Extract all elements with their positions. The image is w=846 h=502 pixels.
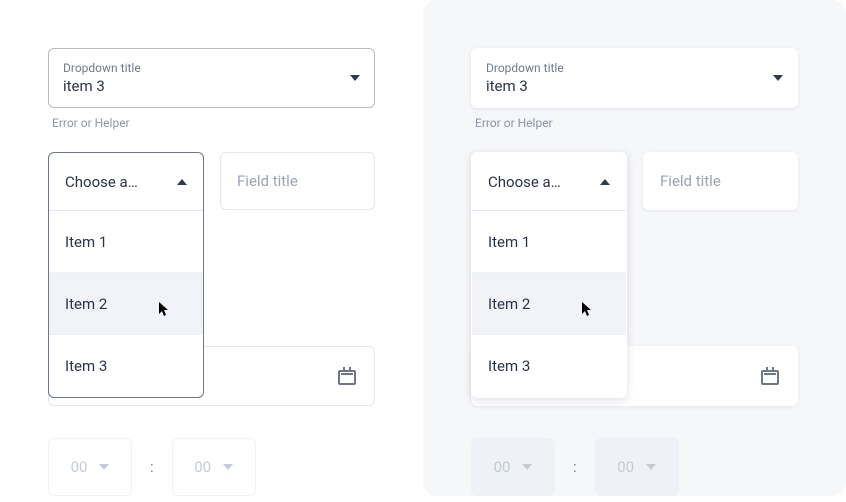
variant-outlined: Dropdown title item 3 Error or Helper Ch… [0, 0, 423, 496]
time-minutes[interactable]: 00 [595, 438, 679, 496]
dropdown-item[interactable]: Item 1 [49, 211, 203, 273]
helper-text: Error or Helper [52, 116, 371, 130]
time-value: 00 [194, 458, 211, 476]
time-hours[interactable]: 00 [471, 438, 555, 496]
dropdown-label: Dropdown title [63, 61, 141, 75]
chevron-down-icon [646, 464, 656, 470]
dropdown-value: item 3 [486, 77, 564, 95]
dropdown-item-label: Item 2 [488, 295, 530, 313]
chevron-down-icon [350, 75, 360, 81]
dropdown-item[interactable]: Item 3 [472, 335, 626, 397]
time-value: 00 [71, 458, 88, 476]
time-picker: 00 : 00 [471, 438, 798, 496]
chevron-down-icon [522, 464, 532, 470]
dropdown-label: Dropdown title [486, 61, 564, 75]
time-value: 00 [617, 458, 634, 476]
chevron-down-icon [773, 75, 783, 81]
time-hours[interactable]: 00 [48, 438, 132, 496]
time-value: 00 [494, 458, 511, 476]
dropdown-open[interactable]: Choose a… Item 1 Item 2 Item 3 [48, 152, 204, 398]
variant-elevated: Dropdown title item 3 Error or Helper Ch… [423, 0, 846, 496]
field-placeholder: Field title [660, 172, 721, 190]
time-separator: : [573, 458, 577, 476]
dropdown-item[interactable]: Item 3 [49, 335, 203, 397]
chevron-down-icon [99, 464, 109, 470]
time-separator: : [150, 458, 154, 476]
dropdown-open-header[interactable]: Choose a… [49, 153, 203, 211]
field-placeholder: Field title [237, 172, 298, 190]
chevron-up-icon [600, 179, 610, 185]
chevron-up-icon [177, 179, 187, 185]
dropdown-item[interactable]: Item 2 [472, 273, 626, 335]
cursor-icon [582, 302, 594, 318]
helper-text: Error or Helper [475, 116, 794, 130]
time-picker: 00 : 00 [48, 438, 375, 496]
time-minutes[interactable]: 00 [172, 438, 256, 496]
dropdown-item[interactable]: Item 2 [49, 273, 203, 335]
dropdown-open-label: Choose a… [65, 173, 138, 191]
dropdown-item[interactable]: Item 1 [472, 211, 626, 273]
text-field[interactable]: Field title [220, 152, 375, 210]
dropdown-open-label: Choose a… [488, 173, 561, 191]
dropdown-title[interactable]: Dropdown title item 3 [48, 48, 375, 108]
dropdown-title[interactable]: Dropdown title item 3 [471, 48, 798, 108]
dropdown-open[interactable]: Choose a… Item 1 Item 2 Item 3 [471, 152, 627, 398]
dropdown-open-header[interactable]: Choose a… [472, 153, 626, 211]
dropdown-item-label: Item 2 [65, 295, 107, 313]
text-field[interactable]: Field title [643, 152, 798, 210]
dropdown-value: item 3 [63, 77, 141, 95]
cursor-icon [159, 302, 171, 318]
chevron-down-icon [223, 464, 233, 470]
